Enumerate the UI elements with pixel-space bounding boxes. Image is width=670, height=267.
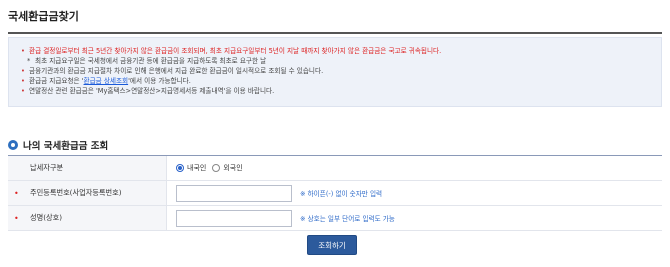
- required-icon: •: [14, 188, 19, 198]
- id-number-input[interactable]: [176, 184, 292, 202]
- section-title: 나의 국세환급금 조회: [8, 138, 108, 152]
- notice-text: 연말정산 관련 환급금은 'My홈택스>연말정산>지급명세서등 제출내역'을 이…: [29, 87, 275, 95]
- form-row-taxpayer-type: 납세자구분 내국인 외국인: [8, 156, 662, 181]
- notice-item: • 환급금 지급요청은 '환급금 상세조회'에서 이용 가능합니다.: [21, 76, 651, 86]
- notice-item: • 연말정산 관련 환급금은 'My홈택스>연말정산>지급명세서등 제출내역'을…: [21, 86, 651, 96]
- id-number-hint: ※ 하이픈(-) 없이 숫자만 입력: [300, 190, 383, 198]
- name-field: ※ 상호는 일부 단어로 입력도 가능: [167, 206, 395, 230]
- page-title: 국세환급금찾기: [8, 8, 662, 34]
- taxpayer-type-field: 내국인 외국인: [167, 156, 249, 180]
- radio-foreign-label: 외국인: [223, 164, 243, 172]
- id-number-field: ※ 하이픈(-) 없이 숫자만 입력: [167, 181, 382, 205]
- notice-subitem: * 최초 지급요구일은 국세청에서 금융기관 등에 환급금을 지급하도록 최초로…: [21, 56, 651, 66]
- notice-text: 환급금 지급요청은 ': [29, 77, 84, 85]
- section-title-text: 나의 국세환급금 조회: [23, 141, 109, 152]
- radio-selected-icon: [176, 164, 184, 172]
- name-label: • 성명(상호): [8, 206, 167, 230]
- notice-box: • 환급 결정일로부터 최근 5년간 찾아가지 않은 환급금이 조회되며, 최초…: [8, 37, 662, 107]
- notice-text: 환급 결정일로부터 최근 5년간 찾아가지 않은 환급금이 조회되며, 최초 지…: [29, 47, 442, 55]
- form-row-id-number: • 주민등록번호(사업자등록번호) ※ 하이픈(-) 없이 숫자만 입력: [8, 181, 662, 206]
- radio-domestic-label: 내국인: [187, 164, 207, 172]
- radio-foreign[interactable]: 외국인: [212, 163, 243, 173]
- notice-text: 최초 지급요구일은 국세청에서 금융기관 등에 환급금을 지급하도록 최초로 요…: [35, 57, 267, 65]
- notice-item: • 금융기관과의 환급금 지급절차 차이로 인해 은행에서 지급 완료한 환급금…: [21, 66, 651, 76]
- bullet-icon: *: [27, 57, 31, 65]
- radio-domestic[interactable]: 내국인: [176, 163, 206, 173]
- id-number-label: • 주민등록번호(사업자등록번호): [8, 181, 167, 205]
- id-number-label-text: 주민등록번호(사업자등록번호): [30, 188, 122, 197]
- required-icon: •: [14, 213, 19, 223]
- search-button[interactable]: 조회하기: [307, 235, 357, 255]
- bullet-icon: •: [21, 67, 25, 75]
- bullet-icon: •: [21, 77, 25, 85]
- radio-unselected-icon: [212, 164, 221, 172]
- refund-detail-link[interactable]: 환급금 상세조회: [84, 77, 129, 85]
- search-form: 납세자구분 내국인 외국인 • 주민등록번호(사업자등록번호) ※ 하이픈(-)…: [8, 155, 662, 231]
- bullet-icon: •: [21, 47, 25, 55]
- notice-text: 금융기관과의 환급금 지급절차 차이로 인해 은행에서 지급 완료한 환급금이 …: [29, 67, 324, 75]
- taxpayer-type-label: 납세자구분: [8, 156, 167, 180]
- bullet-icon: •: [21, 87, 25, 95]
- name-label-text: 성명(상호): [30, 213, 63, 222]
- name-hint: ※ 상호는 일부 단어로 입력도 가능: [300, 215, 395, 223]
- circle-bullet-icon: [8, 140, 18, 150]
- notice-text: '에서 이용 가능합니다.: [128, 77, 191, 85]
- form-row-name: • 성명(상호) ※ 상호는 일부 단어로 입력도 가능: [8, 206, 662, 231]
- notice-item: • 환급 결정일로부터 최근 5년간 찾아가지 않은 환급금이 조회되며, 최초…: [21, 46, 651, 56]
- name-input[interactable]: [176, 209, 292, 227]
